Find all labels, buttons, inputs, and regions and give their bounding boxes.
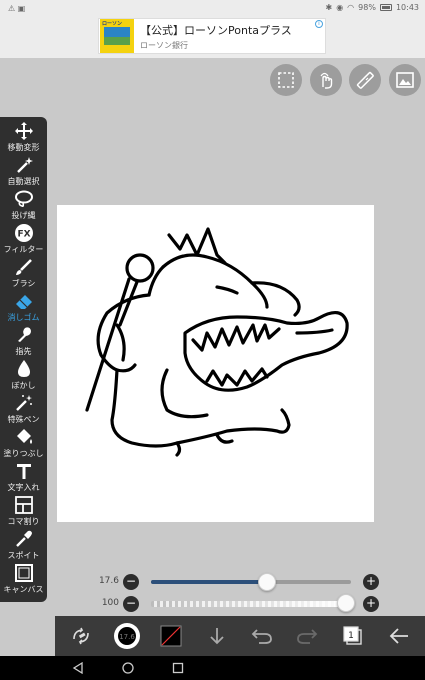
selection-icon (278, 72, 294, 88)
brush-size-slider[interactable]: 17.6 − + (95, 573, 385, 591)
image-button[interactable] (389, 64, 421, 96)
tool-move-transform[interactable]: 移動変形 (0, 121, 47, 155)
tool-brush[interactable]: ブラシ (0, 257, 47, 291)
nav-home-button[interactable] (121, 661, 135, 675)
back-button[interactable] (387, 624, 411, 648)
character-drawing (85, 227, 349, 457)
tool-filter[interactable]: FX フィルター (0, 223, 47, 257)
brush-preview-button[interactable]: 17.6 (113, 622, 141, 650)
fill-bucket-icon (14, 427, 34, 447)
tool-frame-divide[interactable]: コマ割り (0, 495, 47, 529)
redo-icon (297, 629, 318, 644)
ad-banner[interactable]: ローソン 【公式】ローソンPontaプラス ローソン銀行 i (98, 18, 326, 54)
status-bar: ⚠ ▣ ✱ ◉ ◠ 98% 10:43 (0, 0, 425, 18)
ad-area: ローソン 【公式】ローソンPontaプラス ローソン銀行 i (0, 18, 425, 58)
brush-preview-icon: 17.6 (114, 623, 140, 649)
drawing-canvas[interactable] (57, 205, 374, 522)
text-icon (14, 461, 34, 481)
status-right: ✱ ◉ ◠ 98% 10:43 (325, 3, 419, 12)
battery-percent: 98% (358, 3, 376, 12)
layers-button[interactable]: 1 (341, 624, 365, 648)
system-nav-bar (0, 656, 425, 680)
tool-blur[interactable]: ぼかし (0, 359, 47, 393)
back-arrow-icon (389, 628, 408, 644)
bluetooth-icon: ✱ (325, 3, 333, 12)
opacity-increase-button[interactable]: + (363, 596, 379, 612)
eyedropper-icon (14, 529, 34, 549)
nav-home-icon (122, 662, 134, 674)
image-icon (396, 72, 414, 88)
redo-button[interactable] (295, 624, 319, 648)
tool-finger[interactable]: 指先 (0, 325, 47, 359)
nav-back-button[interactable] (71, 661, 85, 675)
wifi-icon: ◠ (347, 3, 355, 12)
color-swatch-button[interactable] (159, 624, 183, 648)
status-left-icons: ⚠ ▣ (8, 4, 26, 13)
eye-icon: ◉ (336, 3, 344, 12)
brush-icon (14, 257, 34, 277)
tool-auto-select[interactable]: 自動選択 (0, 155, 47, 189)
tool-eraser[interactable]: 消しゴム (0, 291, 47, 325)
size-decrease-button[interactable]: − (123, 574, 139, 590)
undo-button[interactable] (250, 624, 274, 648)
tool-special-pen[interactable]: 特殊ペン (0, 393, 47, 427)
opacity-value: 100 (101, 598, 119, 608)
transform-flip-icon (73, 627, 89, 645)
undo-icon (251, 629, 272, 644)
filter-fx-icon: FX (14, 223, 34, 243)
magic-wand-icon (14, 155, 34, 175)
ad-info-icon[interactable]: i (315, 20, 323, 28)
frame-divide-icon (14, 495, 34, 515)
size-increase-button[interactable]: + (363, 574, 379, 590)
opacity-track[interactable] (151, 594, 355, 612)
ad-subtitle: ローソン銀行 (140, 40, 188, 50)
download-arrow-icon (210, 628, 224, 645)
nav-back-icon (72, 662, 83, 674)
size-fill (151, 580, 267, 584)
color-swatch-icon (160, 625, 182, 647)
opacity-slider[interactable]: 100 − + (95, 594, 385, 612)
layers-icon: 1 (343, 626, 362, 645)
svg-text:17.6: 17.6 (119, 633, 135, 641)
svg-text:FX: FX (17, 230, 30, 240)
finger-icon (14, 325, 34, 345)
blur-drop-icon (14, 359, 34, 379)
opacity-knob[interactable] (337, 594, 355, 612)
nav-recents-button[interactable] (171, 661, 185, 675)
bottom-toolbar: 17.6 1 (55, 616, 425, 656)
brush-size-value: 17.6 (98, 576, 119, 586)
gesture-icon (320, 72, 333, 89)
battery-icon (379, 4, 392, 11)
opacity-decrease-button[interactable]: − (123, 596, 139, 612)
ad-thumbnail: ローソン (100, 19, 134, 53)
svg-text:1: 1 (348, 631, 354, 641)
special-pen-icon (14, 393, 34, 413)
clock: 10:43 (395, 3, 419, 12)
download-button[interactable] (205, 624, 229, 648)
tool-eyedropper[interactable]: スポイト (0, 529, 47, 563)
nav-recents-icon (172, 662, 184, 674)
ruler-icon (356, 71, 374, 89)
canvas-icon (14, 563, 34, 583)
tool-sidebar: 移動変形 自動選択 投げ縄 FX フィルター ブラシ 消しゴム 指先 ぼかし 特… (0, 117, 47, 602)
tool-text[interactable]: 文字入れ (0, 461, 47, 495)
size-knob[interactable] (258, 573, 276, 591)
size-track[interactable] (151, 573, 351, 591)
ad-title: 【公式】ローソンPontaプラス (140, 23, 292, 37)
ruler-button[interactable] (349, 64, 381, 96)
selection-button[interactable] (270, 64, 302, 96)
gesture-button[interactable] (310, 64, 342, 96)
ad-text: 【公式】ローソンPontaプラス ローソン銀行 (140, 22, 292, 51)
tool-lasso[interactable]: 投げ縄 (0, 189, 47, 223)
eraser-icon (14, 291, 34, 311)
transform-flip-button[interactable] (69, 624, 93, 648)
tool-canvas[interactable]: キャンバス (0, 563, 47, 597)
move-icon (14, 121, 34, 141)
tool-fill[interactable]: 塗りつぶし (0, 427, 47, 461)
lasso-icon (14, 189, 34, 209)
